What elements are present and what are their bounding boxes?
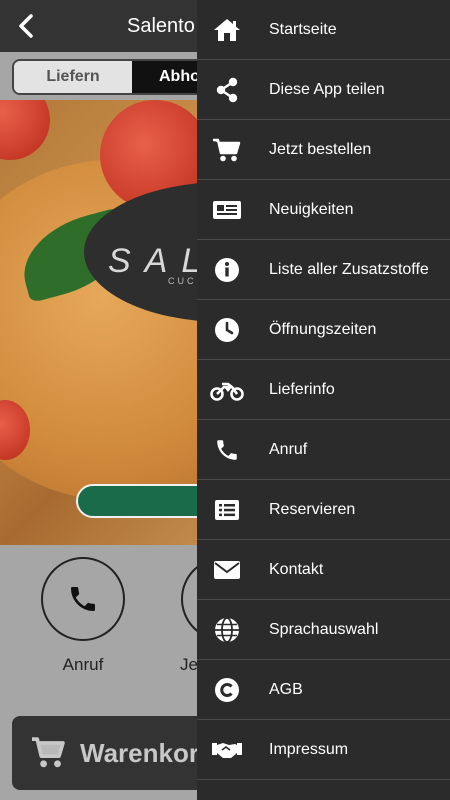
menu-item-label: Reservieren [269,500,356,518]
menu-item-label: Impressum [269,740,349,758]
handshake-icon [197,720,257,780]
home-icon [197,0,257,60]
menu-item-label: Startseite [269,20,337,38]
menu-item-label: Kontakt [269,560,324,578]
menu-item-label: Jetzt bestellen [269,140,372,158]
menu-item-startseite[interactable]: Startseite [197,0,450,60]
menu-item-delivery[interactable]: Lieferinfo [197,360,450,420]
menu-item-contact[interactable]: Kontakt [197,540,450,600]
tomato-slice [0,100,50,160]
menu-item-hours[interactable]: Öffnungszeiten [197,300,450,360]
navigation-drawer: Startseite Diese App teilen Jetzt bestel… [197,0,450,800]
menu-item-additives[interactable]: Liste aller Zusatzstoffe [197,240,450,300]
envelope-icon [197,540,257,600]
motorcycle-icon [197,360,257,420]
cart-icon [197,120,257,180]
tab-liefern[interactable]: Liefern [14,61,132,93]
menu-item-call[interactable]: Anruf [197,420,450,480]
menu-item-news[interactable]: Neuigkeiten [197,180,450,240]
menu-item-agb[interactable]: AGB [197,660,450,720]
menu-item-label: Sprachauswahl [269,620,379,638]
info-icon [197,240,257,300]
menu-item-order[interactable]: Jetzt bestellen [197,120,450,180]
newspaper-icon [197,180,257,240]
clock-icon [197,300,257,360]
menu-item-label: Öffnungszeiten [269,320,377,338]
cart-label: Warenkorb [80,737,215,768]
share-icon [197,60,257,120]
cart-icon [32,737,65,768]
menu-item-label: Liste aller Zusatzstoffe [269,260,429,278]
chevron-left-icon [19,14,33,38]
menu-item-label: Neuigkeiten [269,200,354,218]
copyright-icon [197,660,257,720]
menu-item-label: Anruf [269,440,308,458]
menu-item-label: Lieferinfo [269,380,335,398]
menu-item-label: AGB [269,680,303,698]
menu-item-imprint[interactable]: Impressum [197,720,450,780]
call-label: Anruf [62,655,104,674]
back-button[interactable] [14,13,40,39]
menu-item-label: Diese App teilen [269,80,385,98]
globe-icon [197,600,257,660]
page-title: Salento [127,15,195,37]
phone-icon [71,587,95,611]
menu-item-share[interactable]: Diese App teilen [197,60,450,120]
call-button[interactable] [41,557,125,641]
phone-icon [197,420,257,480]
list-icon [197,480,257,540]
menu-item-reserve[interactable]: Reservieren [197,480,450,540]
action-call[interactable]: Anruf [40,557,126,675]
menu-item-language[interactable]: Sprachauswahl [197,600,450,660]
